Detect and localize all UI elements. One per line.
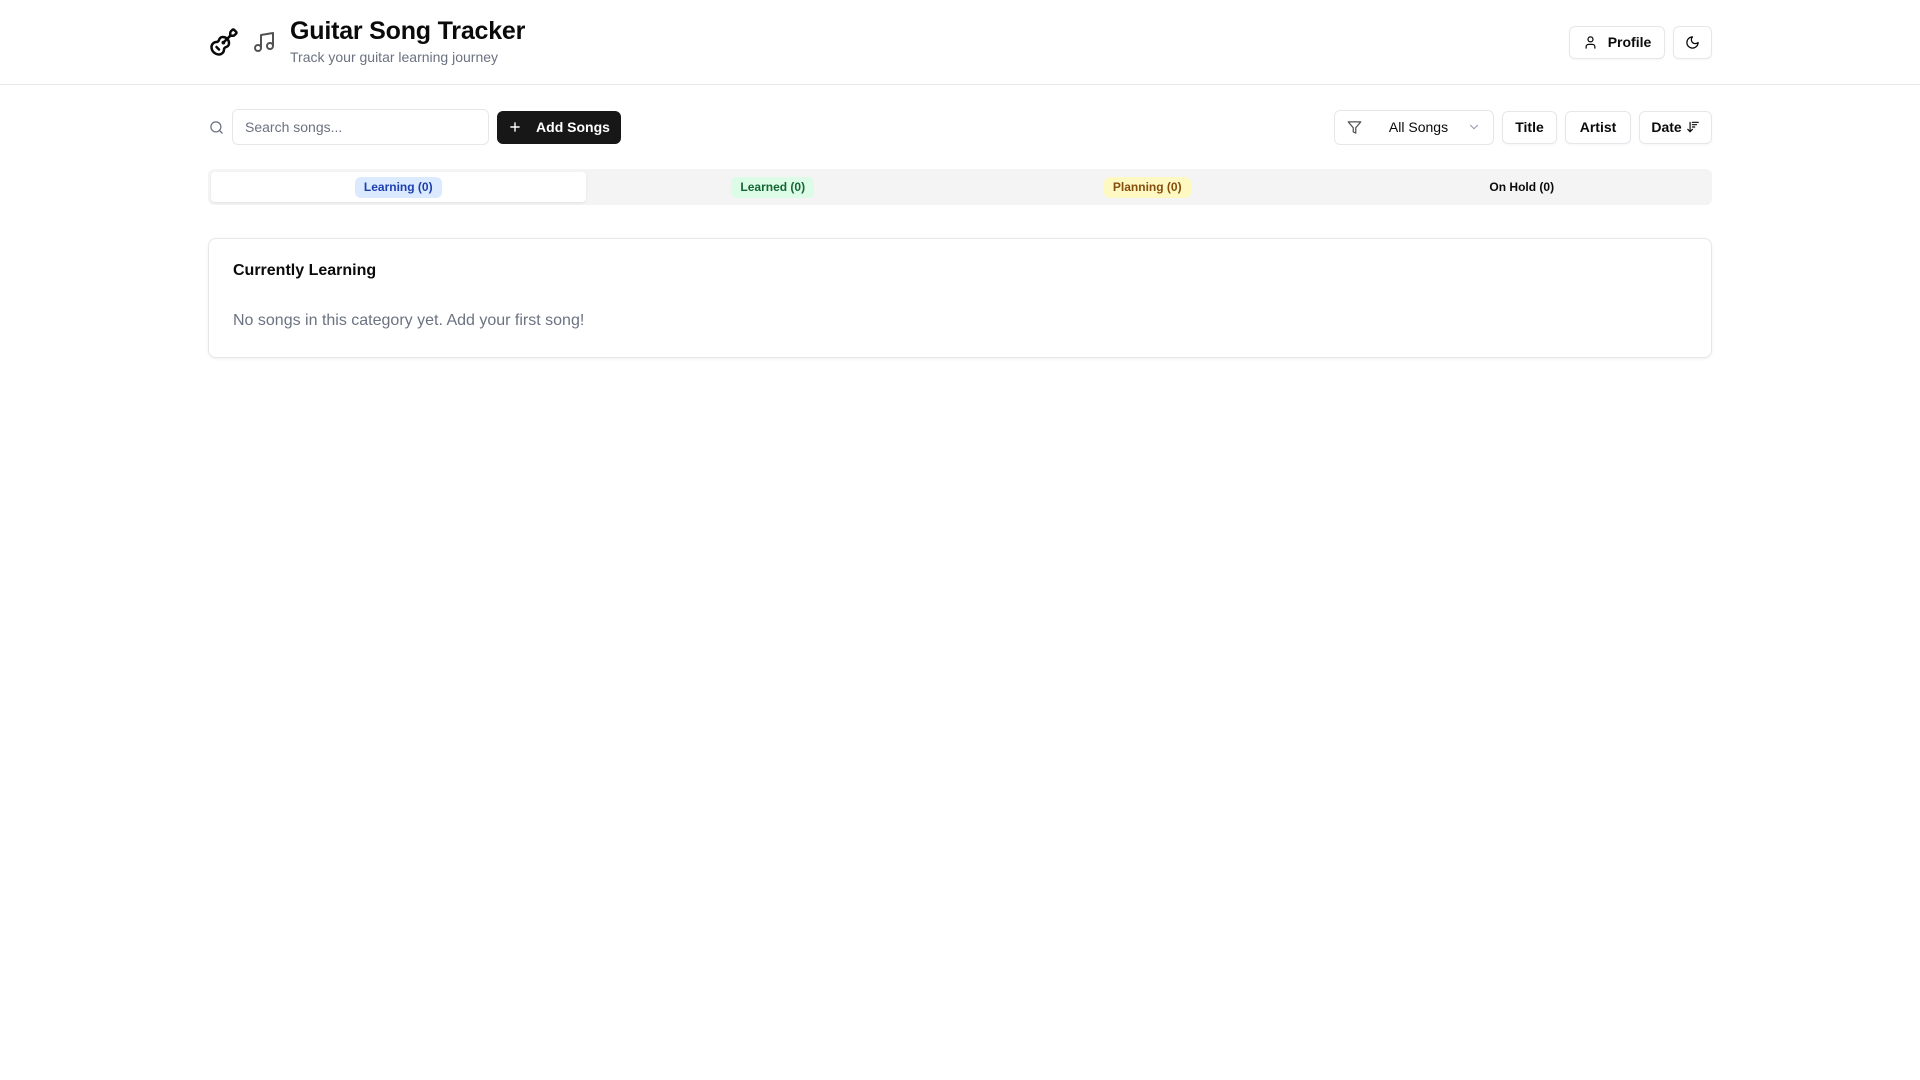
sort-title-button[interactable]: Title — [1502, 110, 1557, 144]
tab-on-hold[interactable]: On Hold (0) — [1335, 172, 1710, 202]
tab-on-hold-label: On Hold (0) — [1489, 179, 1555, 194]
tab-learning-label: Learning (0) — [354, 176, 442, 198]
search-icon — [208, 119, 224, 135]
filter-selected-value: All Songs — [1388, 119, 1449, 135]
guitar-icon — [208, 26, 240, 58]
search-input[interactable] — [232, 109, 489, 145]
tab-learned-label: Learned (0) — [731, 176, 815, 198]
moon-icon — [1685, 35, 1700, 50]
header-actions: Profile — [1569, 25, 1712, 59]
profile-label: Profile — [1607, 34, 1652, 50]
sort-title-label: Title — [1515, 119, 1544, 135]
tab-planning[interactable]: Planning (0) — [960, 172, 1335, 202]
app-header: Guitar Song Tracker Track your guitar le… — [0, 0, 1920, 85]
status-tabs: Learning (0) Learned (0) Planning (0) On… — [208, 169, 1712, 205]
brand-text: Guitar Song Tracker Track your guitar le… — [290, 16, 525, 66]
sort-date-button[interactable]: Date — [1639, 110, 1712, 144]
card-title: Currently Learning — [233, 262, 377, 279]
app-subtitle: Track your guitar learning journey — [290, 49, 499, 65]
toolbar-right: All Songs Title Artist Date — [1334, 109, 1712, 145]
add-songs-label: Add Songs — [536, 119, 610, 135]
tab-planning-label: Planning (0) — [1103, 176, 1191, 198]
sort-artist-button[interactable]: Artist — [1565, 110, 1631, 144]
tab-learning[interactable]: Learning (0) — [211, 172, 586, 202]
songs-card: Currently Learning No songs in this cate… — [208, 238, 1712, 358]
music-note-icon — [248, 26, 280, 58]
sort-artist-label: Artist — [1579, 119, 1617, 135]
add-songs-button[interactable]: Add Songs — [497, 110, 621, 144]
header-inner: Guitar Song Tracker Track your guitar le… — [208, 0, 1712, 84]
brand: Guitar Song Tracker Track your guitar le… — [208, 16, 525, 66]
user-icon — [1583, 35, 1598, 50]
profile-button[interactable]: Profile — [1569, 25, 1665, 59]
status-filter-select[interactable]: All Songs — [1334, 109, 1494, 145]
toolbar: Add Songs All Songs Title Artist Date — [208, 109, 1712, 145]
plus-icon — [508, 120, 522, 134]
app-title: Guitar Song Tracker — [290, 17, 526, 45]
theme-toggle-button[interactable] — [1673, 25, 1712, 59]
filter-icon — [1347, 120, 1362, 135]
chevron-down-icon — [1467, 120, 1481, 134]
sort-date-label: Date — [1651, 119, 1682, 135]
tab-learned[interactable]: Learned (0) — [586, 172, 961, 202]
toolbar-left: Add Songs — [208, 109, 621, 145]
sort-descending-icon — [1686, 120, 1700, 134]
empty-state-message: No songs in this category yet. Add your … — [233, 312, 585, 329]
